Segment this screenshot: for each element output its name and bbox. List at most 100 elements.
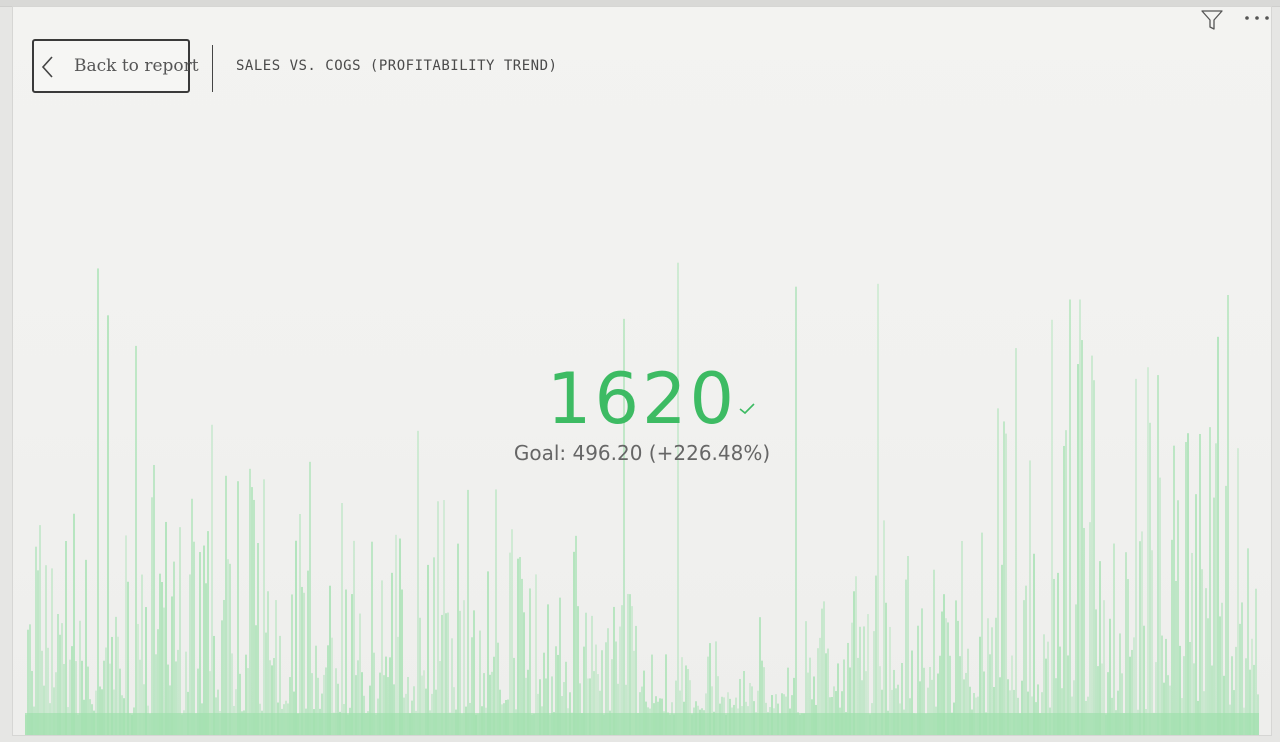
trend-spike xyxy=(1143,625,1145,735)
trend-spike xyxy=(1063,445,1065,735)
trend-spike xyxy=(37,570,39,735)
trend-spike xyxy=(1031,696,1033,735)
trend-spike xyxy=(59,634,61,735)
trend-spike xyxy=(753,701,755,735)
trend-spike xyxy=(157,629,159,735)
trend-spike xyxy=(83,699,85,735)
trend-spike xyxy=(625,684,627,735)
kpi-card: 1620 Goal: 496.20 (+226.48%) xyxy=(13,357,1271,465)
trend-spike xyxy=(351,594,353,735)
trend-spike xyxy=(69,659,71,735)
trend-spike xyxy=(775,694,777,735)
trend-spike xyxy=(1127,579,1129,735)
kpi-value: 1620 xyxy=(546,358,738,440)
back-to-report-button[interactable]: Back to report xyxy=(32,39,199,93)
trend-spike xyxy=(481,706,483,735)
trend-spike xyxy=(53,687,55,735)
trend-spike xyxy=(959,656,961,735)
trend-spike xyxy=(173,561,175,735)
trend-spike xyxy=(313,709,315,735)
trend-spike xyxy=(695,701,697,735)
trend-spike xyxy=(361,672,363,735)
trend-spike xyxy=(727,692,729,735)
more-options-icon[interactable] xyxy=(1242,8,1272,28)
trend-spike xyxy=(913,713,915,735)
trend-spike xyxy=(1099,561,1101,735)
trend-spike xyxy=(567,708,569,735)
trend-spike xyxy=(399,538,401,735)
trend-spike xyxy=(681,657,683,735)
trend-spike xyxy=(447,612,449,735)
trend-spike xyxy=(909,698,911,735)
trend-spike xyxy=(843,659,845,735)
trend-spike xyxy=(649,708,651,735)
trend-spike xyxy=(379,672,381,735)
trend-spike xyxy=(259,703,261,735)
trend-spike xyxy=(995,617,997,735)
trend-spike xyxy=(741,706,743,735)
trend-spike xyxy=(587,678,589,735)
trend-spike xyxy=(137,623,139,735)
trend-spike xyxy=(1125,552,1127,735)
trend-spike xyxy=(475,714,477,735)
trend-spike xyxy=(1159,477,1161,735)
trend-spike xyxy=(805,621,807,735)
trend-spike xyxy=(697,705,699,735)
trend-spike xyxy=(477,714,479,735)
trend-spike xyxy=(55,672,57,735)
trend-spike xyxy=(1075,604,1077,735)
trend-spike xyxy=(715,641,717,735)
trend-spike xyxy=(269,660,271,735)
trend-spike xyxy=(1107,672,1109,735)
trend-spike xyxy=(977,696,979,735)
trend-spike xyxy=(151,497,153,735)
trend-spike xyxy=(1163,682,1165,735)
trend-spike xyxy=(985,712,987,735)
trend-spike xyxy=(207,531,209,735)
trend-spike xyxy=(257,543,259,735)
trend-spike xyxy=(71,646,73,735)
trend-spike xyxy=(687,668,689,735)
trend-spike xyxy=(571,712,573,735)
filter-icon[interactable] xyxy=(1200,8,1224,32)
trend-spike xyxy=(457,543,459,735)
trend-spike xyxy=(973,692,975,735)
trend-spike xyxy=(983,671,985,735)
trend-spike xyxy=(1071,696,1073,735)
trend-spike xyxy=(1189,642,1191,735)
trend-spike xyxy=(101,689,103,735)
trend-spike xyxy=(133,707,135,735)
trend-spike xyxy=(745,701,747,735)
trend-spike xyxy=(783,694,785,735)
trend-spike xyxy=(733,704,735,735)
trend-spike xyxy=(807,672,809,735)
trend-spike xyxy=(1191,552,1193,735)
trend-spike xyxy=(455,709,457,735)
trend-spike xyxy=(503,703,505,735)
trend-spike xyxy=(283,704,285,735)
trend-spike xyxy=(631,606,633,735)
trend-spike xyxy=(763,667,765,735)
trend-spike xyxy=(861,680,863,735)
trend-spike xyxy=(1113,543,1115,735)
trend-spike xyxy=(1043,634,1045,735)
trend-spike xyxy=(105,647,107,735)
trend-spike xyxy=(1177,500,1179,735)
trend-spike xyxy=(127,581,129,735)
trend-spike xyxy=(849,667,851,735)
trend-spike xyxy=(961,540,963,735)
trend-spike xyxy=(1067,655,1069,735)
trend-spike xyxy=(793,677,795,735)
trend-spike xyxy=(537,693,539,735)
trend-spike xyxy=(691,714,693,735)
trend-spike xyxy=(507,699,509,735)
trend-spike xyxy=(765,702,767,735)
trend-spike xyxy=(205,583,207,735)
trend-spike xyxy=(1005,433,1007,735)
check-icon xyxy=(739,403,755,415)
trend-spike xyxy=(801,713,803,735)
trend-spike xyxy=(191,498,193,735)
trend-spike xyxy=(277,702,279,735)
trend-spike xyxy=(823,601,825,735)
trend-spike xyxy=(263,479,265,735)
